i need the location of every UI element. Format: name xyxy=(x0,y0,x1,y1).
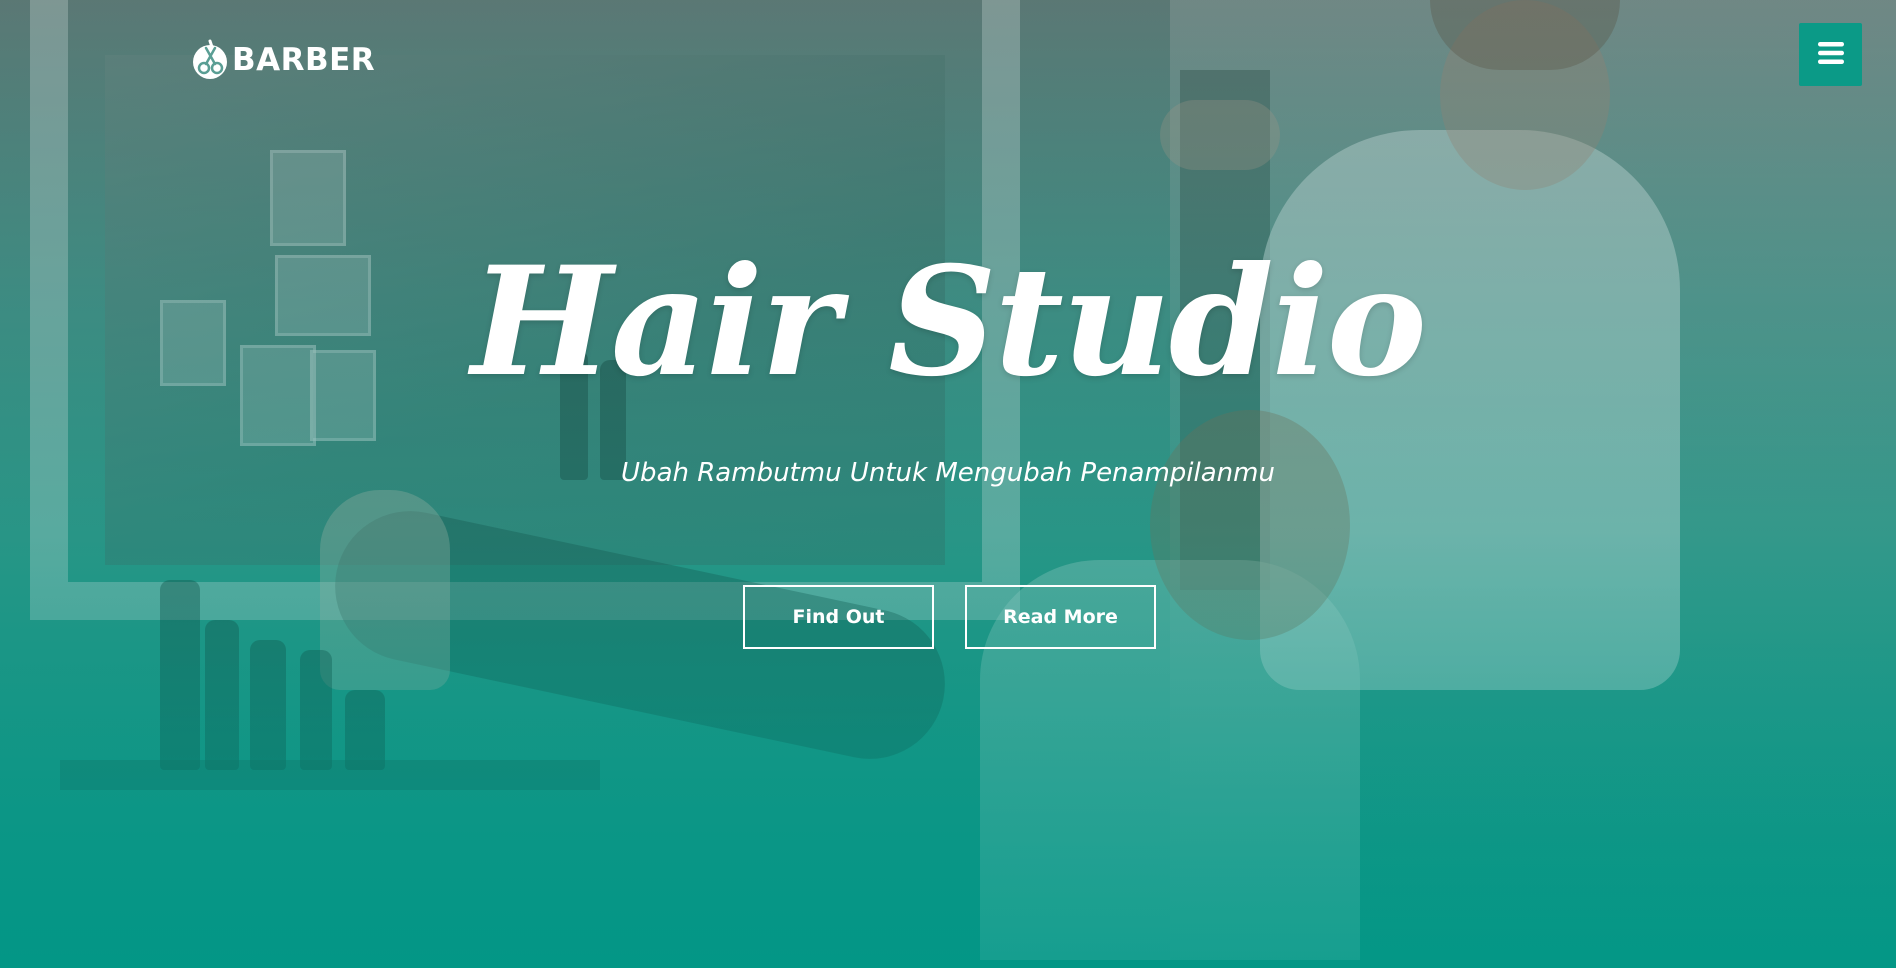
read-more-button[interactable]: Read More xyxy=(965,585,1156,649)
hero-title: Hair Studio xyxy=(471,234,1427,410)
scissors-icon xyxy=(190,38,230,82)
hero-subtitle: Ubah Rambutmu Untuk Mengubah Penampilanm… xyxy=(621,458,1275,488)
find-out-button[interactable]: Find Out xyxy=(743,585,934,649)
logo-text: BARBER xyxy=(232,42,376,78)
hero-section: BARBER Hair Studio Ubah Rambutmu Untuk M… xyxy=(0,0,1896,968)
hamburger-menu-icon xyxy=(1817,40,1845,69)
site-logo[interactable]: BARBER xyxy=(190,38,375,82)
menu-button[interactable] xyxy=(1799,23,1862,86)
